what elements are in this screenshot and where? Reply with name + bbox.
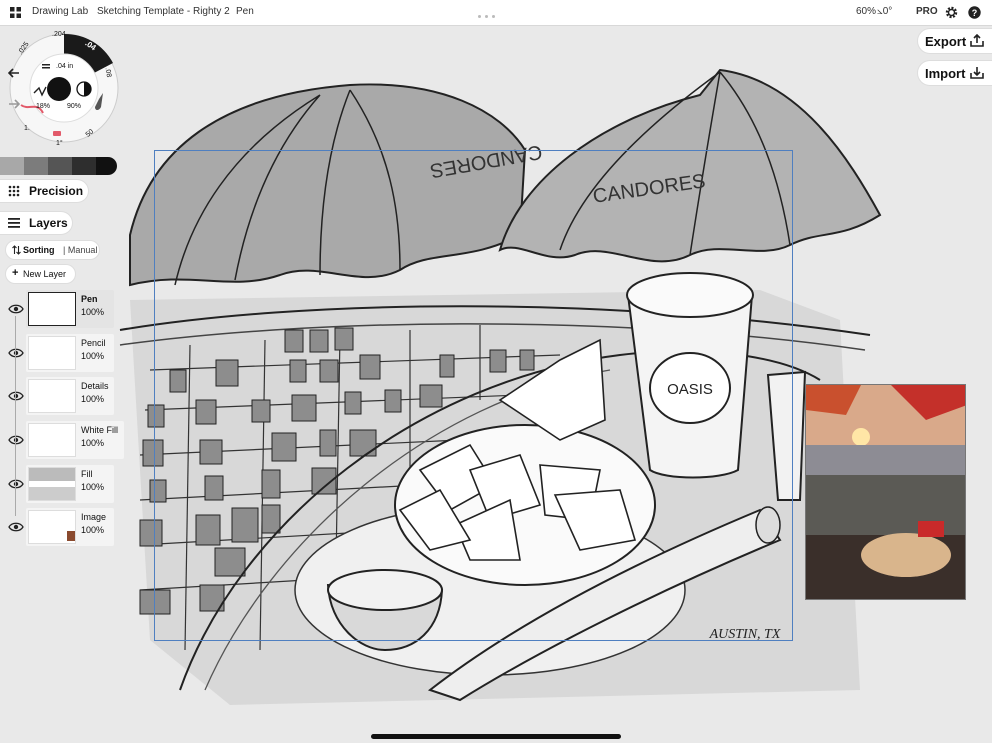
reference-photo[interactable] — [805, 384, 966, 600]
breadcrumb-document[interactable]: Sketching Template - Righty 2 — [97, 6, 230, 17]
eye-icon[interactable] — [8, 479, 24, 489]
image-thumbnail-icon — [67, 531, 75, 541]
wheel-value-bottom-left[interactable]: 1. — [24, 125, 30, 132]
wheel-value-bottom[interactable]: 1° — [56, 140, 63, 147]
eye-icon[interactable] — [8, 348, 24, 358]
layer-tree-line — [15, 316, 16, 516]
layer-row-pen[interactable]: Pen 100% — [26, 290, 114, 328]
signature: AUSTIN, TX — [709, 627, 781, 642]
eye-icon[interactable] — [8, 522, 24, 532]
layer-opacity: 100% — [81, 307, 105, 317]
help-icon[interactable]: ? — [968, 6, 981, 19]
size-line-icon — [42, 64, 50, 69]
layer-thumbnail — [28, 379, 76, 413]
layer-row-details[interactable]: Details 100% — [26, 377, 114, 415]
export-icon — [970, 34, 984, 47]
layer-name: Fill — [81, 469, 93, 479]
wheel-smoothing[interactable]: 18% — [36, 103, 50, 110]
sort-arrows-icon — [12, 245, 21, 255]
layer-thumbnail — [28, 292, 76, 326]
layer-thumbnail — [28, 336, 76, 370]
layer-row-image[interactable]: Image 100% — [26, 508, 114, 546]
layer-row-white-fill[interactable]: White Fill 100% — [26, 421, 124, 459]
home-indicator[interactable] — [371, 734, 621, 739]
breadcrumb-gallery[interactable]: Drawing Lab — [32, 6, 88, 17]
export-button[interactable]: Export — [918, 29, 992, 53]
zoom-level[interactable]: 60% — [856, 6, 876, 17]
import-button[interactable]: Import — [918, 61, 992, 85]
layer-name: White Fill — [81, 425, 119, 435]
layer-opacity: 100% — [81, 525, 105, 535]
layers-button[interactable]: Layers — [0, 212, 72, 234]
layers-icon — [8, 218, 20, 228]
precision-button[interactable]: Precision — [0, 180, 88, 202]
layer-opacity: 100% — [81, 394, 105, 404]
layer-opacity: 100% — [81, 351, 105, 361]
eye-icon[interactable] — [8, 391, 24, 401]
layer-thumbnail — [28, 423, 76, 457]
reference-image — [806, 385, 965, 599]
layers-label: Layers — [29, 216, 68, 230]
sorting-mode: | Manual — [63, 245, 98, 255]
gear-icon[interactable] — [945, 6, 958, 19]
umbrella-right — [498, 68, 882, 263]
plus-icon: + — [12, 267, 19, 279]
export-label: Export — [925, 34, 967, 49]
layer-name: Pencil — [81, 338, 106, 348]
cup-text: OASIS — [667, 381, 713, 398]
layer-name: Pen — [81, 294, 98, 304]
layer-row-pencil[interactable]: Pencil 100% — [26, 334, 114, 372]
wheel-size-center: .04 in — [56, 63, 74, 70]
sorting-label: Sorting — [23, 245, 55, 255]
pro-badge[interactable]: PRO — [916, 6, 938, 17]
wheel-opacity[interactable]: 90% — [67, 103, 81, 110]
precision-dots-icon — [8, 185, 20, 197]
rotation-readout[interactable]: ⦣0° — [877, 6, 892, 17]
sorting-toggle[interactable]: Sorting | Manual — [6, 241, 99, 259]
wheel-size-mid[interactable]: .204 — [52, 31, 66, 38]
layer-thumbnail — [28, 510, 76, 544]
wheel-size-right[interactable]: .08 — [104, 67, 113, 78]
import-icon — [970, 67, 984, 79]
new-layer-label: New Layer — [23, 269, 67, 279]
import-label: Import — [925, 66, 966, 81]
layer-opacity: 100% — [81, 482, 105, 492]
umbrella-left — [129, 83, 527, 287]
breadcrumb-tool[interactable]: Pen — [236, 6, 254, 17]
layer-row-fill[interactable]: Fill 100% — [26, 465, 114, 503]
layer-opacity: 100% — [81, 438, 105, 448]
eye-icon[interactable] — [8, 435, 24, 445]
gallery-grid-icon[interactable] — [10, 7, 21, 18]
top-bar: Drawing Lab Sketching Template - Righty … — [0, 0, 992, 26]
eye-icon[interactable] — [8, 304, 24, 314]
svg-text:?: ? — [972, 8, 978, 18]
redo-icon[interactable] — [8, 99, 20, 109]
layer-thumbnail — [28, 467, 76, 501]
undo-icon[interactable] — [8, 68, 20, 78]
color-palette[interactable] — [0, 157, 120, 175]
layer-name: Details — [81, 381, 109, 391]
layer-name: Image — [81, 512, 107, 522]
precision-label: Precision — [29, 184, 84, 198]
drag-handle[interactable] — [476, 5, 516, 18]
new-layer-button[interactable]: + New Layer — [6, 265, 75, 283]
